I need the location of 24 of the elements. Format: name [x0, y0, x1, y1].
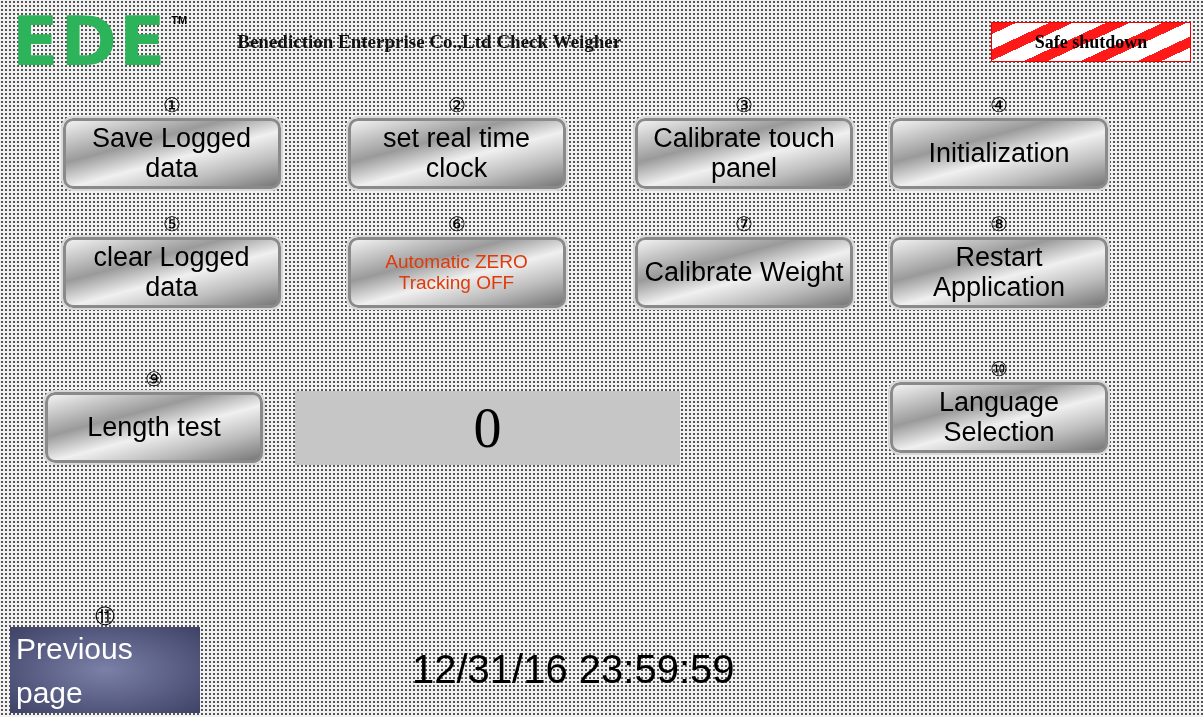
- button-number: ⑦: [735, 213, 753, 235]
- button-number: ③: [735, 94, 753, 116]
- button-number: ⑥: [447, 213, 466, 235]
- button-number: ⑪: [95, 605, 115, 627]
- window-title: Benediction Enterprise Co.,Ltd Check Weigher: [237, 29, 622, 54]
- button-number: ⑨: [145, 368, 163, 390]
- function-button[interactable]: clear Logged data: [60, 235, 283, 310]
- function-button[interactable]: Calibrate Weight: [633, 235, 855, 310]
- button-number: ⑤: [162, 213, 181, 235]
- length-display: 0: [295, 391, 680, 465]
- function-button[interactable]: Restart Application: [888, 235, 1110, 310]
- button-number: ⑧: [990, 213, 1008, 235]
- function-button[interactable]: Length test: [43, 390, 265, 465]
- button-number: ④: [990, 94, 1008, 116]
- function-button[interactable]: set real time clock: [345, 116, 568, 191]
- button-number: ⑩: [990, 358, 1008, 380]
- button-number: ②: [447, 94, 466, 116]
- function-button[interactable]: Language Selection: [888, 380, 1110, 455]
- previous-page-button[interactable]: Previous page: [10, 627, 200, 713]
- function-button[interactable]: Initialization: [888, 116, 1110, 191]
- button-number: ①: [162, 94, 181, 116]
- datetime-display: 12/31/16 23:59:59: [412, 646, 735, 693]
- function-button[interactable]: Calibrate touch panel: [633, 116, 855, 191]
- function-button[interactable]: Save Logged data: [60, 116, 283, 191]
